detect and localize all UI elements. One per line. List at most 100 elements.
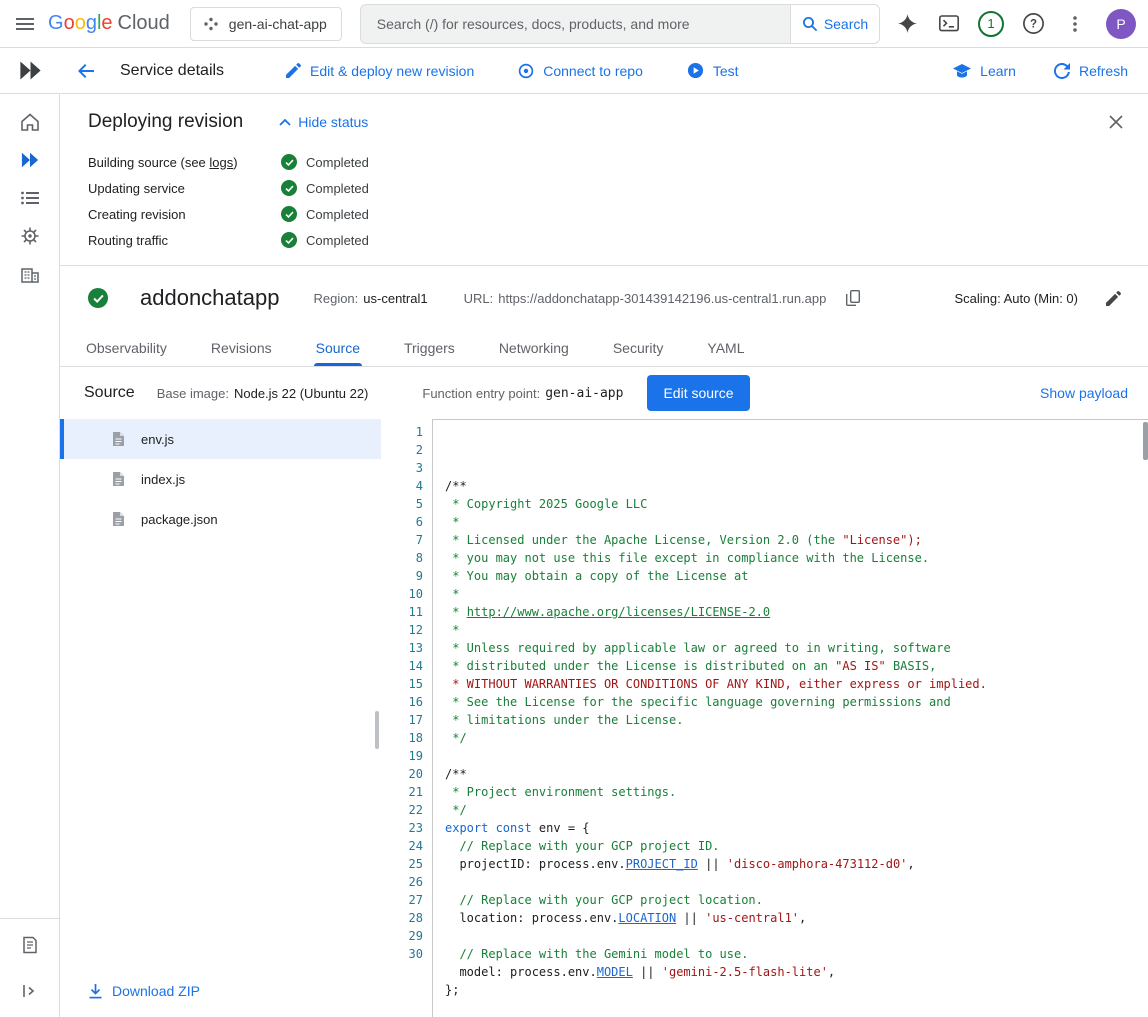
search-button-label: Search [824,16,868,32]
code-line: * WITHOUT WARRANTIES OR CONDITIONS OF AN… [445,675,1148,693]
refresh-button[interactable]: Refresh [1054,63,1128,79]
step-status: Completed [281,154,369,170]
edit-source-button[interactable]: Edit source [647,375,749,411]
line-number: 14 [381,657,423,675]
learn-label: Learn [980,63,1016,79]
connect-repo-label: Connect to repo [543,63,643,79]
region-label: Region: [313,291,358,306]
tab-security[interactable]: Security [611,330,666,366]
google-cloud-logo[interactable]: Google Cloud [48,12,170,35]
search-input[interactable] [361,16,790,32]
deploy-step: Updating serviceCompleted [88,175,1126,201]
code-line: // Replace with your GCP project locatio… [445,891,1148,909]
logs-link[interactable]: logs [209,155,233,170]
code-content[interactable]: /** * Copyright 2025 Google LLC * * Lice… [432,419,1148,1017]
file-item-index.js[interactable]: index.js [60,459,381,499]
nav-bottom [0,918,59,1017]
base-image: Base image: Node.js 22 (Ubuntu 22) [157,386,369,401]
code-line: * [445,585,1148,603]
file-icon [112,511,125,527]
nav-domains-icon[interactable] [10,256,50,292]
region-value: us-central1 [363,291,427,306]
topbar-right: 1 ? P [880,5,1136,43]
show-payload-link[interactable]: Show payload [1040,385,1128,401]
edit-deploy-button[interactable]: Edit & deploy new revision [286,62,474,79]
avatar[interactable]: P [1106,9,1136,39]
notification-count: 1 [978,11,1004,37]
edit-scaling-button[interactable] [1100,285,1126,311]
search-button[interactable]: Search [790,4,880,44]
hide-status-button[interactable]: Hide status [279,114,368,130]
copy-icon [846,290,860,306]
connect-repo-button[interactable]: Connect to repo [518,62,643,79]
deploy-status-panel: Deploying revision Hide status Building … [60,94,1148,266]
learn-icon [953,63,971,79]
line-number: 10 [381,585,423,603]
file-name: package.json [141,512,218,527]
search-input-wrap [360,4,790,44]
learn-button[interactable]: Learn [953,63,1016,79]
left-nav [0,94,60,1017]
deploy-step: Creating revisionCompleted [88,201,1126,227]
page-title: Service details [120,62,224,80]
nav-cloud-run-icon[interactable] [10,142,50,178]
hide-status-label: Hide status [298,114,368,130]
back-button[interactable] [68,53,104,89]
test-button[interactable]: Test [687,62,739,79]
cloud-shell-icon[interactable] [930,5,968,43]
file-name: env.js [141,432,174,447]
step-label: Routing traffic [88,233,281,248]
play-icon [687,62,704,79]
line-numbers: 1234567891011121314151617181920212223242… [381,419,432,1017]
gemini-sparkle-icon[interactable] [888,5,926,43]
search-icon [802,16,818,32]
project-selector[interactable]: gen-ai-chat-app [190,7,342,41]
editor-scrollbar[interactable] [1143,422,1148,460]
line-number: 15 [381,675,423,693]
release-notes-icon[interactable] [10,927,50,963]
code-line: * http://www.apache.org/licenses/LICENSE… [445,603,1148,621]
more-options-icon[interactable] [1056,5,1094,43]
code-line [445,873,1148,891]
code-line: */ [445,729,1148,747]
close-panel-button[interactable] [1104,110,1128,134]
service-toolbar: Service details Edit & deploy new revisi… [0,48,1148,94]
code-line: */ [445,801,1148,819]
help-icon[interactable]: ? [1014,5,1052,43]
main-content: Deploying revision Hide status Building … [60,94,1148,1017]
nav-list-icon[interactable] [10,180,50,216]
download-icon [88,983,103,999]
code-line: * limitations under the License. [445,711,1148,729]
chevron-up-icon [279,119,291,126]
service-header: addonchatapp Region: us-central1 URL: ht… [60,266,1148,330]
entry-point-value: gen-ai-app [545,386,623,401]
tab-networking[interactable]: Networking [497,330,571,366]
file-panel-scrollbar[interactable] [375,711,379,749]
cloud-run-logo-icon [0,59,60,82]
repo-icon [518,63,534,79]
line-number: 28 [381,909,423,927]
step-label: Building source (see logs) [88,155,281,170]
copy-url-button[interactable] [841,286,865,310]
hamburger-menu-icon[interactable] [6,5,44,43]
code-editor: 1234567891011121314151617181920212223242… [381,419,1148,1017]
check-icon [281,232,297,248]
free-trial-badge[interactable]: 1 [972,5,1010,43]
tabs: Observability Revisions Source Triggers Netw… [60,330,1148,367]
tab-observability[interactable]: Observability [84,330,169,366]
tab-yaml[interactable]: YAML [705,330,746,366]
entry-point: Function entry point: gen-ai-app [422,386,623,401]
tab-source[interactable]: Source [314,330,362,366]
line-number: 13 [381,639,423,657]
download-zip-button[interactable]: Download ZIP [88,983,381,999]
check-icon [281,154,297,170]
nav-home-icon[interactable] [10,104,50,140]
code-line: projectID: process.env.PROJECT_ID || 'di… [445,855,1148,873]
tab-triggers[interactable]: Triggers [402,330,457,366]
collapse-panel-icon[interactable] [10,973,50,1009]
nav-integrations-icon[interactable] [10,218,50,254]
tab-revisions[interactable]: Revisions [209,330,274,366]
code-line: /** [445,477,1148,495]
file-item-package.json[interactable]: package.json [60,499,381,539]
file-item-env.js[interactable]: env.js [60,419,381,459]
